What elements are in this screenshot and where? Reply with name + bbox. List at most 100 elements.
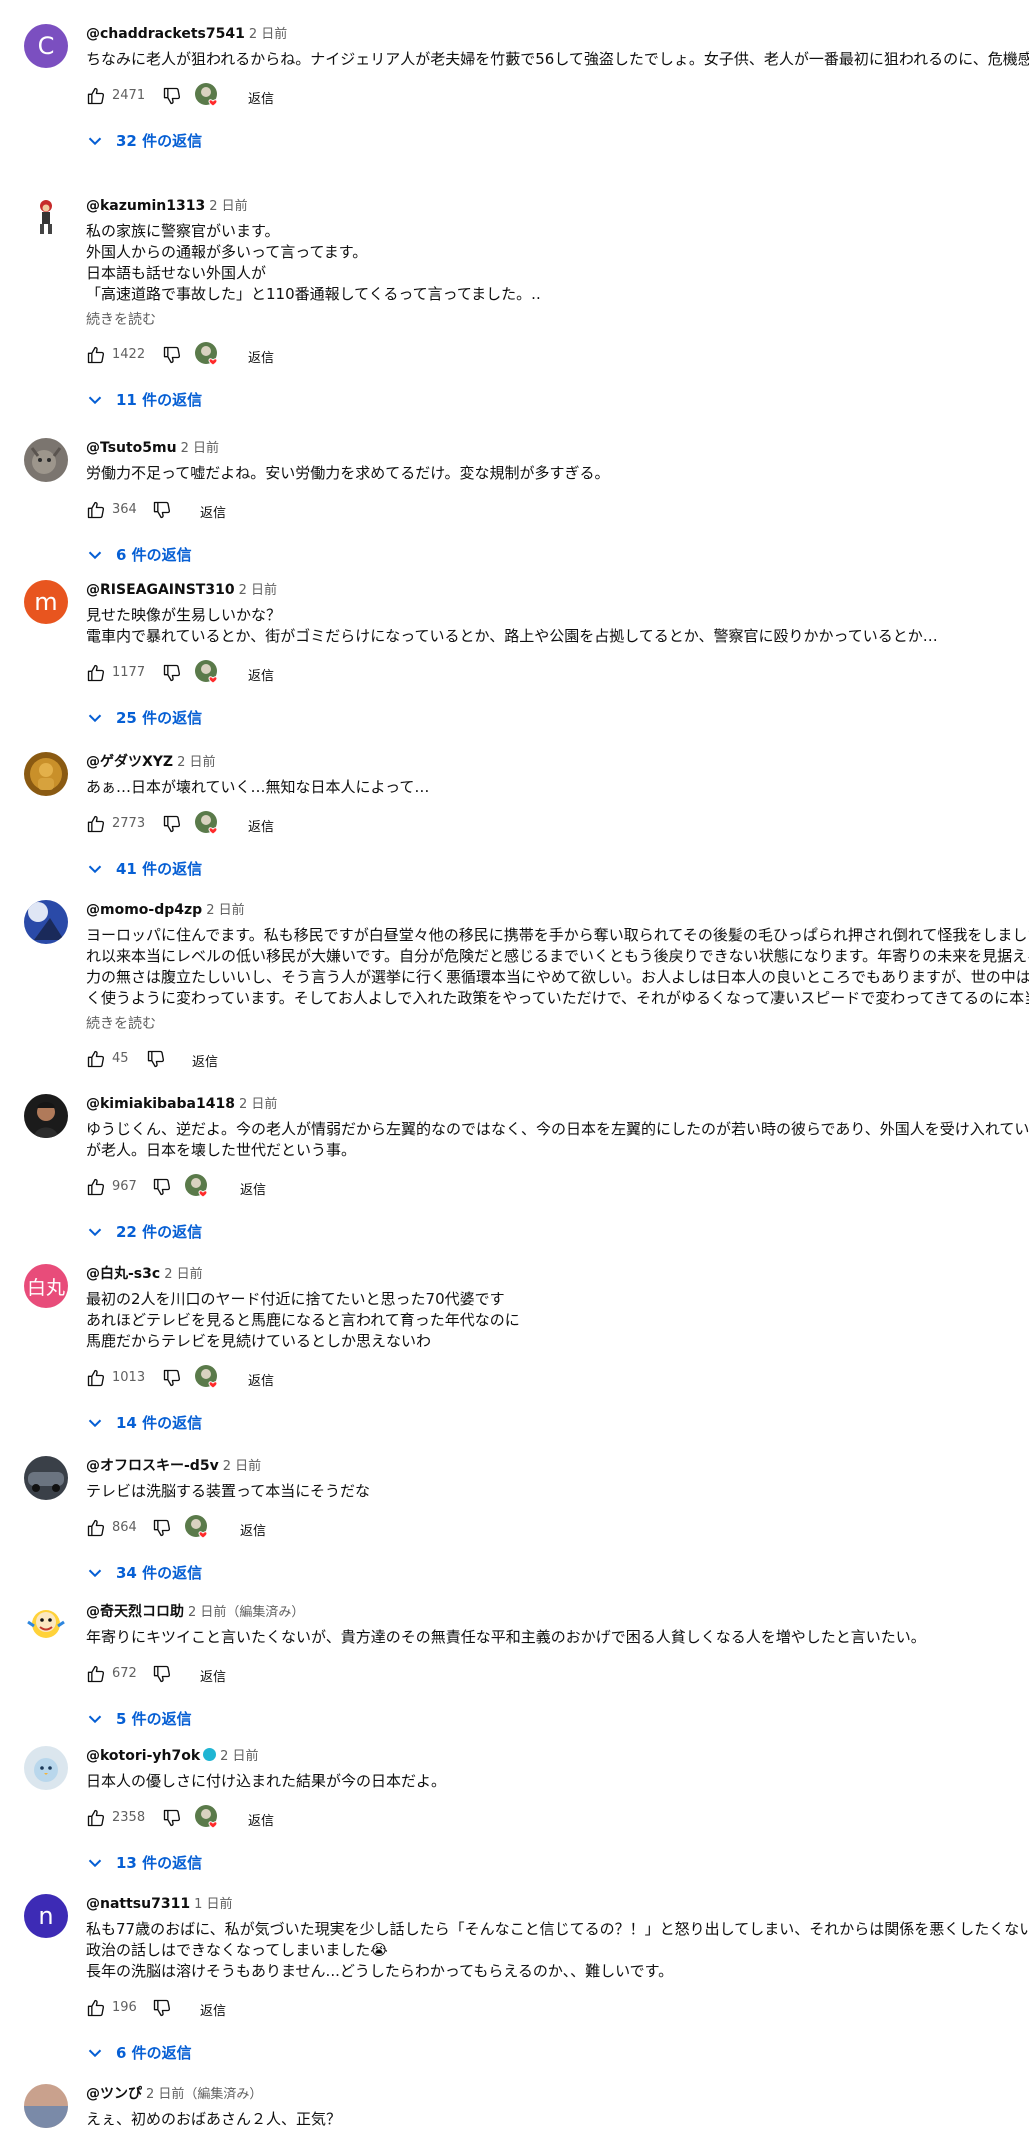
dislike-icon[interactable]: [152, 1518, 172, 1538]
comment-time[interactable]: 2 日前: [206, 903, 244, 918]
avatar[interactable]: C: [24, 24, 68, 68]
reply-button[interactable]: 返信: [200, 502, 226, 521]
comment-author[interactable]: @kazumin1313: [86, 198, 205, 214]
reply-button[interactable]: 返信: [248, 1370, 274, 1389]
avatar[interactable]: 白丸: [24, 1264, 68, 1308]
like-count: 364: [112, 502, 137, 517]
like-icon[interactable]: [86, 1177, 106, 1197]
like-icon[interactable]: [86, 86, 106, 106]
comment-time[interactable]: 2 日前: [249, 27, 287, 42]
comment-author[interactable]: @ツンぴ: [86, 2086, 142, 2102]
avatar[interactable]: [24, 1602, 68, 1646]
replies-toggle[interactable]: 11 件の返信: [84, 381, 1029, 417]
reply-button[interactable]: 返信: [192, 1051, 218, 1070]
like-icon[interactable]: [86, 1368, 106, 1388]
dislike-icon[interactable]: [162, 1808, 182, 1828]
reply-button[interactable]: 返信: [248, 347, 274, 366]
like-count: 1177: [112, 665, 146, 680]
avatar[interactable]: n: [24, 1894, 68, 1938]
replies-toggle[interactable]: 13 件の返信: [84, 1844, 1029, 1880]
dislike-icon[interactable]: [162, 86, 182, 106]
like-icon[interactable]: [86, 1998, 106, 2018]
comment-author[interactable]: @nattsu7311: [86, 1896, 190, 1912]
replies-toggle[interactable]: 6 件の返信: [84, 2034, 1029, 2070]
replies-count: 25 件の返信: [116, 709, 203, 727]
replies-count: 41 件の返信: [116, 860, 203, 878]
read-more-link[interactable]: 続きを読む: [86, 1013, 1029, 1033]
dislike-icon[interactable]: [152, 500, 172, 520]
reply-button[interactable]: 返信: [240, 1520, 266, 1539]
avatar[interactable]: m: [24, 580, 68, 624]
reply-button[interactable]: 返信: [200, 2000, 226, 2019]
reply-button[interactable]: 返信: [248, 665, 274, 684]
comment-time[interactable]: 2 日前: [209, 199, 247, 214]
like-icon[interactable]: [86, 1049, 106, 1069]
replies-count: 5 件の返信: [116, 1710, 192, 1728]
reply-button[interactable]: 返信: [248, 88, 274, 107]
dislike-icon[interactable]: [162, 1368, 182, 1388]
replies-toggle[interactable]: 6 件の返信: [84, 536, 1029, 572]
dislike-icon[interactable]: [146, 1049, 166, 1069]
comment-text: 労働力不足って嘘だよね。安い労働力を求めてるだけ。変な規制が多すぎる。: [86, 464, 610, 482]
like-icon[interactable]: [86, 1518, 106, 1538]
avatar[interactable]: [24, 1746, 68, 1790]
avatar[interactable]: [24, 1456, 68, 1500]
comment-time[interactable]: 2 日前（編集済み）: [188, 1605, 304, 1620]
like-icon[interactable]: [86, 345, 106, 365]
comment-author[interactable]: @RISEAGAINST310: [86, 582, 235, 598]
dislike-icon[interactable]: [162, 663, 182, 683]
creator-heart-icon: [195, 660, 218, 684]
like-count: 967: [112, 1179, 137, 1194]
comment-time[interactable]: 1 日前: [194, 1897, 232, 1912]
reply-button[interactable]: 返信: [248, 1810, 274, 1829]
comment-author[interactable]: @kotori-yh7ok: [86, 1748, 200, 1764]
avatar[interactable]: [24, 1094, 68, 1138]
read-more-link[interactable]: 続きを読む: [86, 309, 1029, 329]
like-icon[interactable]: [86, 1664, 106, 1684]
reply-button[interactable]: 返信: [200, 1666, 226, 1685]
replies-toggle[interactable]: 5 件の返信: [84, 1700, 1029, 1736]
replies-toggle[interactable]: 34 件の返信: [84, 1554, 1029, 1590]
comment-time[interactable]: 2 日前: [164, 1267, 202, 1282]
dislike-icon[interactable]: [162, 345, 182, 365]
avatar-image: [24, 900, 68, 944]
comment-time[interactable]: 2 日前（編集済み）: [146, 2087, 262, 2102]
replies-toggle[interactable]: 14 件の返信: [84, 1404, 1029, 1440]
comment-author[interactable]: @ゲダツXYZ: [86, 754, 173, 770]
comment-time[interactable]: 2 日前: [181, 441, 219, 456]
chevron-down-icon: [88, 1859, 102, 1868]
comment-time[interactable]: 2 日前: [220, 1749, 258, 1764]
replies-toggle[interactable]: 41 件の返信: [84, 850, 1029, 886]
comment-author[interactable]: @kimiakibaba1418: [86, 1096, 235, 1112]
avatar[interactable]: [24, 2084, 68, 2128]
avatar[interactable]: [24, 196, 68, 240]
dislike-icon[interactable]: [152, 1998, 172, 2018]
like-icon[interactable]: [86, 1808, 106, 1828]
comment-time[interactable]: 2 日前: [239, 1097, 277, 1112]
comment-author[interactable]: @Tsuto5mu: [86, 440, 177, 456]
dislike-icon[interactable]: [162, 814, 182, 834]
avatar[interactable]: [24, 900, 68, 944]
reply-button[interactable]: 返信: [248, 816, 274, 835]
like-icon[interactable]: [86, 814, 106, 834]
comment-time[interactable]: 2 日前: [177, 755, 215, 770]
avatar-image: [40, 200, 52, 234]
comment-time[interactable]: 2 日前: [239, 583, 277, 598]
replies-toggle[interactable]: 25 件の返信: [84, 699, 1029, 735]
replies-toggle[interactable]: 22 件の返信: [84, 1213, 1029, 1249]
comment-author[interactable]: @奇天烈コロ助: [86, 1604, 184, 1620]
replies-toggle[interactable]: 32 件の返信: [84, 122, 1029, 158]
reply-button[interactable]: 返信: [240, 1179, 266, 1198]
comment-author[interactable]: @chaddrackets7541: [86, 26, 245, 42]
like-icon[interactable]: [86, 500, 106, 520]
avatar[interactable]: [24, 438, 68, 482]
comment-author[interactable]: @momo-dp4zp: [86, 902, 202, 918]
like-icon[interactable]: [86, 663, 106, 683]
comment-author[interactable]: @白丸-s3c: [86, 1266, 160, 1282]
dislike-icon[interactable]: [152, 1177, 172, 1197]
dislike-icon[interactable]: [152, 1664, 172, 1684]
comment-author[interactable]: @オフロスキー-d5v: [86, 1458, 219, 1474]
replies-count: 14 件の返信: [116, 1414, 203, 1432]
avatar[interactable]: [24, 752, 68, 796]
comment-time[interactable]: 2 日前: [223, 1459, 261, 1474]
